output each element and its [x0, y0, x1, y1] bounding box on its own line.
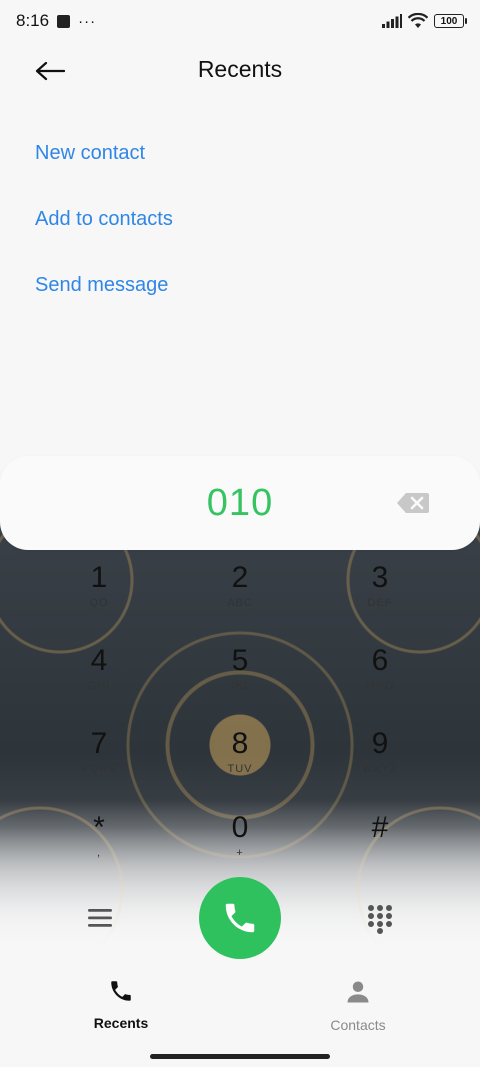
- key-letters: PQRS: [81, 763, 117, 775]
- phone-icon: [225, 903, 255, 933]
- key-7[interactable]: 7 PQRS: [44, 726, 154, 798]
- key-digit: *: [93, 811, 105, 844]
- status-bar: 8:16 ··· 100: [0, 0, 480, 42]
- key-1[interactable]: 1 QO: [44, 560, 154, 632]
- header: Recents: [0, 42, 480, 102]
- key-digit: 9: [371, 727, 389, 760]
- page-title: Recents: [197, 56, 283, 82]
- key-4[interactable]: 4 GHI: [44, 643, 154, 715]
- backspace-button[interactable]: [396, 492, 432, 516]
- add-to-contacts-link[interactable]: Add to contacts: [35, 204, 173, 270]
- key-letters: ABC: [227, 597, 253, 609]
- person-icon: [347, 981, 369, 1003]
- key-digit: 1: [90, 561, 108, 594]
- new-contact-link[interactable]: New contact: [35, 138, 173, 204]
- key-digit: 2: [231, 561, 249, 594]
- signal-icon: [382, 14, 402, 28]
- key-hash[interactable]: #: [325, 810, 435, 882]
- tab-recents[interactable]: Recents: [61, 978, 181, 1031]
- key-letters: JKL: [229, 680, 251, 692]
- key-letters: ,: [96, 847, 102, 859]
- battery-icon: 100: [434, 14, 467, 28]
- key-star[interactable]: * ,: [44, 810, 154, 882]
- wifi-icon: [408, 13, 428, 28]
- key-letters: TUV: [227, 763, 253, 775]
- key-0[interactable]: 0 +: [185, 810, 295, 882]
- bottom-nav: Recents Contacts: [0, 970, 480, 1040]
- key-digit: 0: [231, 811, 249, 844]
- key-letters: WXYZ: [362, 763, 398, 775]
- notification-icon: [57, 14, 71, 28]
- key-5[interactable]: 5 JKL: [185, 643, 295, 715]
- key-digit: 7: [90, 727, 108, 760]
- tab-recents-label: Recents: [93, 1015, 149, 1031]
- key-digit: 5: [231, 644, 249, 677]
- dialpad-toggle-button[interactable]: [366, 904, 394, 934]
- key-digit: #: [371, 811, 389, 844]
- action-list: New contact Add to contacts Send message: [35, 138, 173, 336]
- key-9[interactable]: 9 WXYZ: [325, 726, 435, 798]
- key-2[interactable]: 2 ABC: [185, 560, 295, 632]
- key-3[interactable]: 3 DEF: [325, 560, 435, 632]
- tab-contacts-label: Contacts: [330, 1017, 386, 1033]
- dialpad-icon: [368, 905, 392, 934]
- menu-button[interactable]: [86, 905, 114, 931]
- home-indicator[interactable]: [150, 1054, 330, 1059]
- phone-icon: [111, 981, 131, 1001]
- key-digit: 3: [371, 561, 389, 594]
- more-notifications-icon: ···: [78, 12, 97, 30]
- key-digit: 8: [231, 727, 249, 760]
- key-8[interactable]: 8 TUV: [185, 726, 295, 798]
- key-letters: MNO: [365, 680, 395, 692]
- menu-icon: [88, 909, 112, 927]
- key-letters: QO: [89, 597, 109, 609]
- backspace-icon: [397, 493, 429, 513]
- status-right: 100: [382, 13, 467, 29]
- key-letters: DEF: [367, 597, 393, 609]
- call-button[interactable]: [199, 877, 281, 959]
- status-left: 8:16 ···: [16, 11, 96, 31]
- key-letters: GHI: [87, 680, 111, 692]
- send-message-link[interactable]: Send message: [35, 270, 173, 336]
- key-digit: 4: [90, 644, 108, 677]
- tab-contacts[interactable]: Contacts: [298, 978, 418, 1033]
- key-letters: +: [236, 847, 244, 859]
- key-6[interactable]: 6 MNO: [325, 643, 435, 715]
- number-display-card: 010: [0, 456, 480, 550]
- key-digit: 6: [371, 644, 389, 677]
- status-time: 8:16: [16, 11, 50, 30]
